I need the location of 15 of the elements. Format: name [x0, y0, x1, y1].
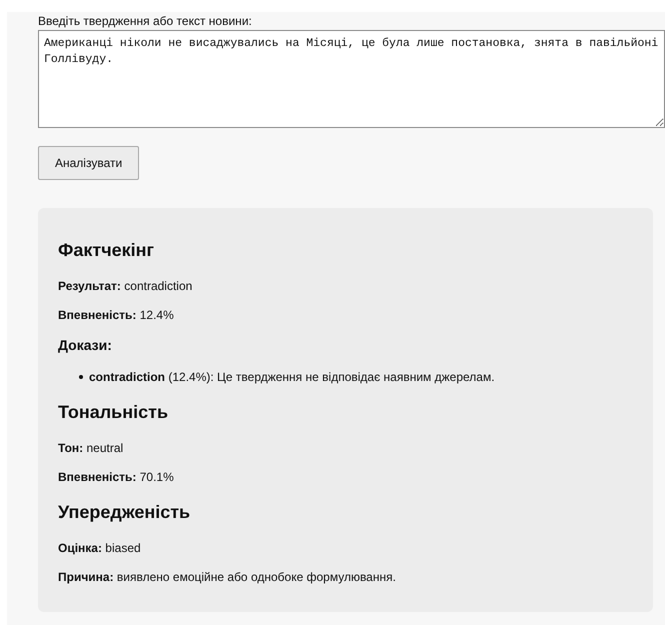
analyze-button[interactable]: Аналізувати [38, 146, 140, 180]
result-line: Оцінка: biased [58, 541, 141, 555]
result-line: Впевненість: 70.1% [58, 470, 174, 484]
bullet-icon [79, 375, 83, 379]
subheading: Докази: [58, 337, 112, 353]
evidence-item: contradiction (12.4%): Це твердження не відповідає наявним джерелам. [89, 370, 495, 384]
field-label: Введіть твердження або текст новини: [38, 14, 253, 28]
input-field[interactable]: Американці ніколи не висаджувались на Місяці, це була лише постановка, знята в павільйоні Голлівуду. [38, 30, 665, 128]
result-line: Результат: contradiction [58, 279, 192, 293]
section-heading: Упередженість [58, 502, 190, 523]
result-line: Тон: neutral [58, 441, 124, 455]
result-line: Впевненість: 12.4% [58, 308, 174, 322]
section-heading: Тональність [58, 402, 168, 423]
result-line: Причина: виявлено емоційне або однобоке формулювання. [58, 570, 396, 584]
section-heading: Фактчекінг [58, 240, 154, 261]
